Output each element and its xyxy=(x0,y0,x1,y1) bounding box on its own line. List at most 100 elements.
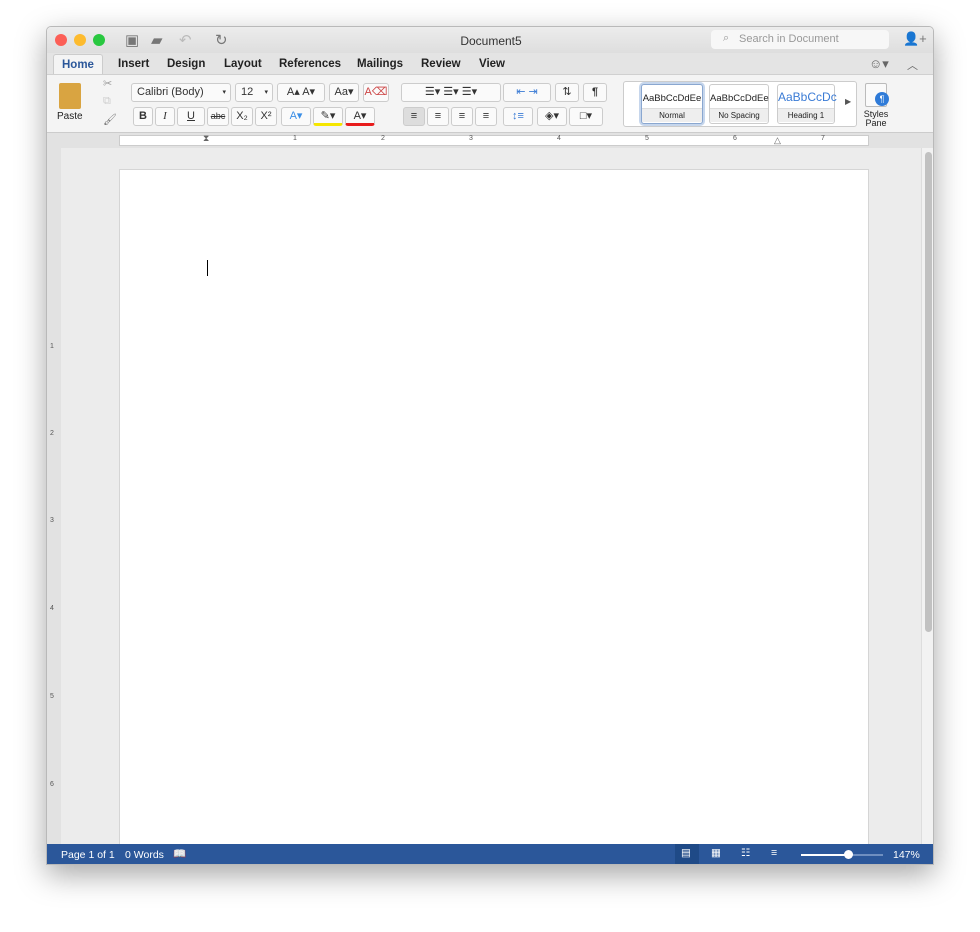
tab-home[interactable]: Home xyxy=(53,54,103,75)
justify-icon[interactable]: ≡ xyxy=(475,107,497,126)
save-icon[interactable]: ▣ xyxy=(125,31,139,49)
undo-icon[interactable]: ↶ xyxy=(179,31,192,49)
proofing-icon[interactable]: 📖 xyxy=(173,847,186,860)
tab-design[interactable]: Design xyxy=(167,58,205,70)
ruler-number: 7 xyxy=(821,135,825,142)
ruler-number: 6 xyxy=(50,781,54,788)
subscript-button[interactable]: X₂ xyxy=(231,107,253,126)
search-input[interactable]: ⌕ Search in Document xyxy=(711,30,889,49)
align-right-icon[interactable]: ≡ xyxy=(451,107,473,126)
highlight-icon[interactable]: ✎▾ xyxy=(313,107,343,126)
right-indent-marker-icon[interactable]: △ xyxy=(774,135,781,146)
align-left-icon[interactable]: ≡ xyxy=(403,107,425,126)
indent-buttons[interactable]: ⇤ ⇥ xyxy=(503,83,551,102)
ruler-number: 5 xyxy=(50,693,54,700)
ruler-number: 1 xyxy=(50,343,54,350)
style-label: Normal xyxy=(642,108,702,122)
draft-view-icon[interactable]: ≡ xyxy=(771,847,777,859)
text-effects-icon[interactable]: A▾ xyxy=(281,107,311,126)
style-no-spacing[interactable]: AaBbCcDdEe No Spacing xyxy=(709,84,769,124)
font-size-select[interactable]: 12 ▾ xyxy=(235,83,273,102)
strikethrough-button[interactable]: abc xyxy=(207,107,229,126)
ribbon-home: Paste ✂ ⧉ 🖌 Calibri (Body) ▾ 12 ▾ A▴ A▾ Aa… xyxy=(47,74,933,133)
paste-icon[interactable] xyxy=(59,83,81,109)
cut-icon[interactable]: ✂ xyxy=(103,77,112,90)
tab-mailings[interactable]: Mailings xyxy=(357,58,403,70)
show-formatting-icon[interactable]: ¶ xyxy=(583,83,607,102)
title-bar: Document5 ▣ ▰ ↶ ↻ ⌕ Search in Document 👤+ xyxy=(47,27,933,53)
ruler-number: 4 xyxy=(50,605,54,612)
document-area xyxy=(61,148,921,859)
tab-layout[interactable]: Layout xyxy=(224,58,262,70)
change-case-icon[interactable]: Aa▾ xyxy=(329,83,359,102)
underline-button[interactable]: U xyxy=(177,107,205,126)
tab-view[interactable]: View xyxy=(479,58,505,70)
scrollbar-thumb[interactable] xyxy=(925,152,932,632)
vertical-ruler[interactable]: 1 2 3 4 5 6 xyxy=(47,148,61,844)
style-label: Heading 1 xyxy=(778,108,834,122)
search-icon: ⌕ xyxy=(723,32,730,44)
horizontal-ruler[interactable]: 1 2 3 4 5 6 7 ⧗ △ xyxy=(47,133,933,148)
word-count[interactable]: 0 Words xyxy=(125,849,164,861)
ruler-text-area xyxy=(119,135,869,146)
font-size-value: 12 xyxy=(241,86,254,98)
format-painter-icon[interactable]: 🖌 xyxy=(103,113,117,126)
font-name-select[interactable]: Calibri (Body) ▾ xyxy=(131,83,231,102)
zoom-level[interactable]: 147% xyxy=(893,849,920,861)
word-window: Document5 ▣ ▰ ↶ ↻ ⌕ Search in Document 👤+… xyxy=(46,26,934,865)
ruler-number: 3 xyxy=(469,135,473,142)
smiley-feedback-icon[interactable]: ☺▾ xyxy=(869,56,889,72)
list-buttons[interactable]: ☰▾ ☰▾ ☰▾ xyxy=(401,83,501,102)
print-layout-view-icon[interactable]: ▤ xyxy=(675,844,699,864)
paste-label[interactable]: Paste xyxy=(57,111,83,122)
font-name-value: Calibri (Body) xyxy=(137,86,204,98)
shading-icon[interactable]: ◈▾ xyxy=(537,107,567,126)
zoom-slider-fill xyxy=(801,854,849,856)
clear-formatting-icon[interactable]: A⌫ xyxy=(363,83,389,102)
style-heading-1[interactable]: AaBbCcDc Heading 1 xyxy=(777,84,837,124)
zoom-slider[interactable] xyxy=(801,850,883,859)
italic-button[interactable]: I xyxy=(155,107,175,126)
styles-more-arrow-icon[interactable]: ▶ xyxy=(845,97,851,106)
ruler-number: 5 xyxy=(645,135,649,142)
vertical-scrollbar[interactable] xyxy=(921,148,933,844)
page-count[interactable]: Page 1 of 1 xyxy=(61,849,115,861)
collapse-ribbon-icon[interactable]: ︿ xyxy=(907,57,918,73)
bold-button[interactable]: B xyxy=(133,107,153,126)
text-cursor xyxy=(207,260,208,276)
ruler-number: 4 xyxy=(557,135,561,142)
ruler-number: 6 xyxy=(733,135,737,142)
open-folder-icon[interactable]: ▰ xyxy=(151,31,163,49)
styles-pane-label[interactable]: Styles Pane xyxy=(859,110,893,128)
line-spacing-icon[interactable]: ↕≡ xyxy=(503,107,533,126)
style-normal[interactable]: AaBbCcDdEe Normal xyxy=(641,84,703,124)
align-center-icon[interactable]: ≡ xyxy=(427,107,449,126)
copy-icon[interactable]: ⧉ xyxy=(103,95,111,108)
indent-marker-icon[interactable]: ⧗ xyxy=(203,133,209,144)
style-preview: AaBbCcDdEe xyxy=(642,93,702,104)
search-placeholder: Search in Document xyxy=(739,33,839,45)
tab-insert[interactable]: Insert xyxy=(118,58,149,70)
borders-icon[interactable]: □▾ xyxy=(569,107,603,126)
redo-icon[interactable]: ↻ xyxy=(215,31,228,49)
styles-pane-icon[interactable]: ¶ xyxy=(865,83,889,107)
ruler-number: 2 xyxy=(381,135,385,142)
status-bar: Page 1 of 1 0 Words 📖 ▤ ▦ ☷ ≡ 147% xyxy=(47,844,933,864)
web-layout-view-icon[interactable]: ▦ xyxy=(711,847,721,859)
tab-references[interactable]: References xyxy=(279,58,341,70)
ribbon-tabs: Home Insert Design Layout References Mai… xyxy=(47,53,933,75)
style-label: No Spacing xyxy=(710,108,768,122)
font-color-icon[interactable]: A▾ xyxy=(345,107,375,126)
superscript-button[interactable]: X² xyxy=(255,107,277,126)
sort-icon[interactable]: ⇅ xyxy=(555,83,579,102)
ruler-number: 3 xyxy=(50,517,54,524)
ruler-number: 1 xyxy=(293,135,297,142)
ruler-number: 2 xyxy=(50,430,54,437)
share-person-icon[interactable]: 👤+ xyxy=(903,31,927,47)
document-page[interactable] xyxy=(119,169,869,859)
outline-view-icon[interactable]: ☷ xyxy=(741,847,750,859)
zoom-slider-thumb[interactable] xyxy=(844,850,853,859)
tab-review[interactable]: Review xyxy=(421,58,461,70)
grow-shrink-font-buttons[interactable]: A▴ A▾ xyxy=(277,83,325,102)
style-preview: AaBbCcDc xyxy=(778,90,837,104)
